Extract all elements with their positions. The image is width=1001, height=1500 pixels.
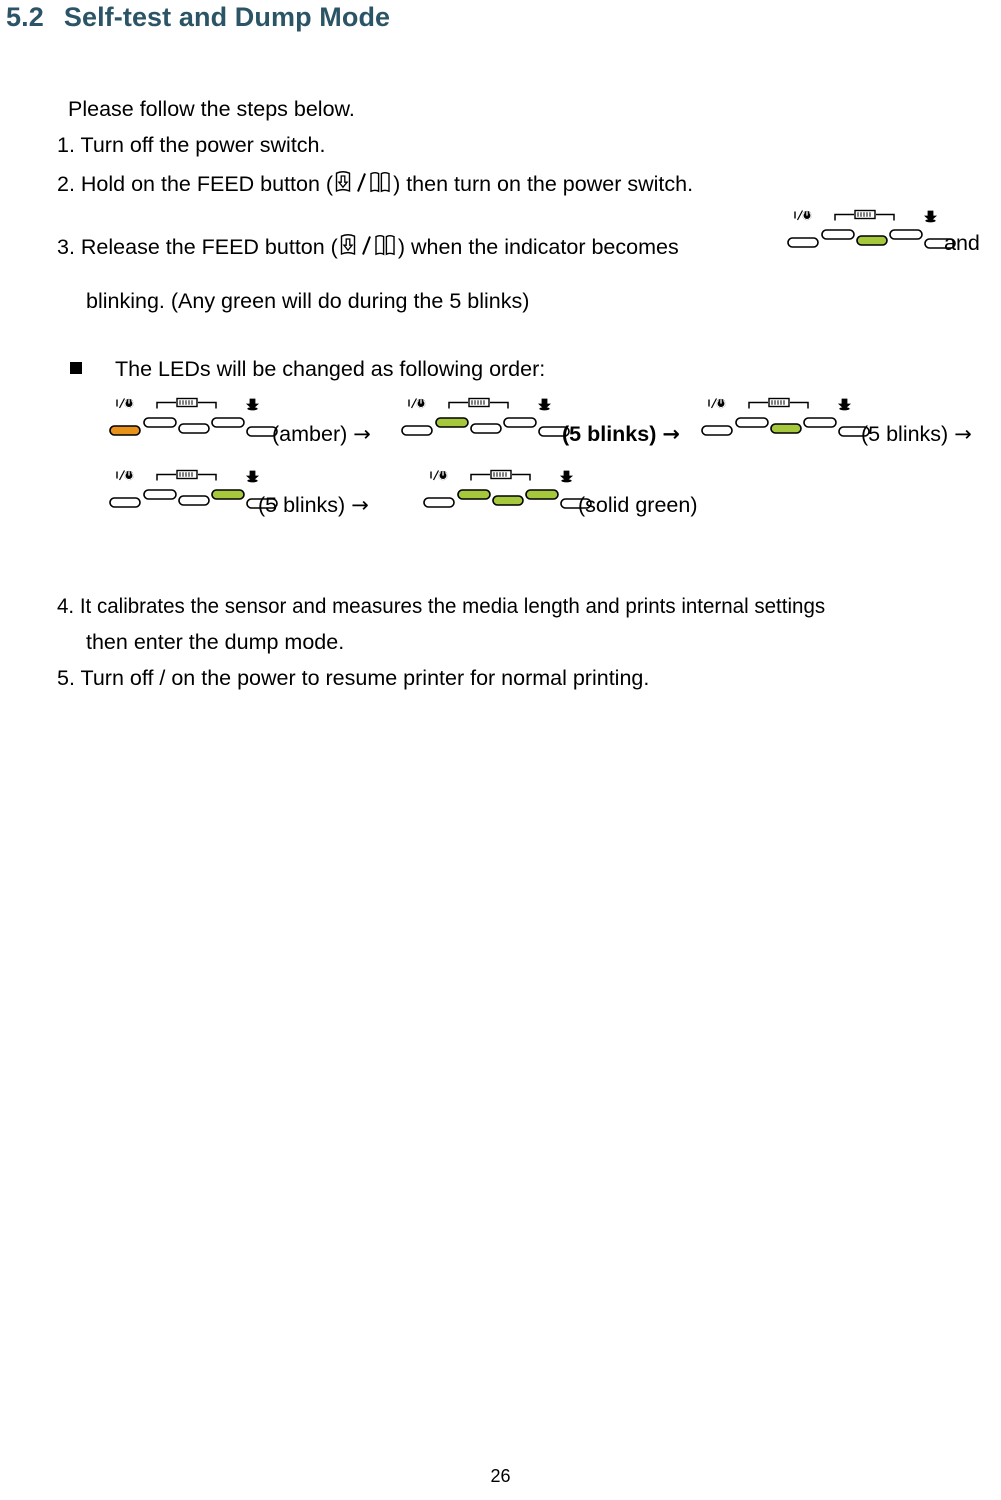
intro-line: Please follow the steps below. — [68, 97, 355, 121]
step-3-suffix: and — [944, 231, 980, 255]
led-2-off — [735, 417, 769, 428]
led-note-text: The LEDs will be changed as following or… — [115, 357, 546, 381]
error-icon — [559, 470, 574, 483]
led-4-off — [803, 417, 837, 428]
led-indicator-inline — [786, 208, 956, 258]
led-1-off — [401, 425, 433, 436]
led-indicator-green-2 — [700, 396, 870, 446]
power-icon — [794, 210, 812, 221]
ribbon-icon — [156, 397, 217, 409]
led-1-off — [423, 497, 455, 508]
error-icon — [245, 398, 260, 411]
led-label-3: (5 blinks) → — [258, 493, 369, 517]
led-1-off — [787, 237, 819, 248]
led-2-green — [457, 489, 491, 500]
led-1-off — [701, 425, 733, 436]
step-5: 5. Turn off / on the power to resume pri… — [57, 666, 650, 690]
section-number: 5.2 — [6, 2, 44, 32]
ribbon-icon — [834, 209, 895, 221]
feed-button-icon — [339, 233, 397, 259]
step-4: 4. It calibrates the sensor and measures… — [57, 594, 826, 618]
led-indicator-solid-green — [422, 468, 592, 518]
led-3-green — [492, 495, 524, 506]
led-4-off — [211, 417, 245, 428]
error-icon — [837, 398, 852, 411]
section-title: Self-test and Dump Mode — [63, 2, 391, 32]
ribbon-icon — [156, 469, 217, 481]
led-3-green — [856, 235, 888, 246]
document-page: 5.2 Self-test and Dump Mode Please follow… — [0, 0, 1001, 1500]
led-4-off — [503, 417, 537, 428]
arrow-icon: → — [954, 422, 972, 446]
page-title: 5.2 Self-test and Dump Mode — [6, 2, 390, 33]
led-3-off — [178, 495, 210, 506]
led-4-off — [889, 229, 923, 240]
error-icon — [923, 210, 938, 223]
led-3-green — [770, 423, 802, 434]
arrow-icon: → — [353, 422, 371, 446]
led-2-off — [143, 489, 177, 500]
led-1-amber — [109, 425, 141, 436]
step-2-suffix: ) then turn on the power switch. — [393, 172, 694, 196]
led-label-4: (solid green) — [578, 493, 698, 517]
step-3: 3. Release the FEED button ( ) when the … — [57, 233, 679, 259]
error-icon — [537, 398, 552, 411]
step-2-prefix: 2. Hold on the FEED button ( — [57, 172, 334, 196]
led-label-2: (5 blinks) → — [861, 422, 972, 446]
led-1-off — [109, 497, 141, 508]
led-label-text: (solid green) — [578, 493, 698, 517]
led-label-1: (5 blinks) → — [562, 422, 680, 446]
arrow-icon: → — [351, 493, 369, 517]
led-indicator-amber — [108, 396, 278, 446]
power-icon — [408, 398, 426, 409]
step-4-continuation: then enter the dump mode. — [86, 630, 345, 654]
arrow-icon: → — [662, 422, 680, 446]
step-3-prefix: 3. Release the FEED button ( — [57, 235, 338, 259]
power-icon — [116, 398, 134, 409]
error-icon — [245, 470, 260, 483]
step-2: 2. Hold on the FEED button ( ) then turn… — [57, 170, 693, 196]
ribbon-icon — [748, 397, 809, 409]
led-3-off — [470, 423, 502, 434]
ribbon-icon — [448, 397, 509, 409]
step-3-continuation: blinking. (Any green will do during the … — [86, 289, 530, 313]
led-indicator-green-3 — [108, 468, 278, 518]
power-icon — [430, 470, 448, 481]
led-label-0: (amber) → — [272, 422, 371, 446]
led-label-text: (amber) — [272, 422, 348, 446]
bullet-square-icon — [70, 362, 82, 374]
step-3-middle: ) when the indicator becomes — [397, 235, 679, 259]
led-3-off — [178, 423, 210, 434]
led-4-green — [525, 489, 559, 500]
led-label-text: (5 blinks) — [258, 493, 346, 517]
power-icon — [708, 398, 726, 409]
power-icon — [116, 470, 134, 481]
feed-button-icon — [334, 170, 392, 196]
page-number: 26 — [490, 1466, 511, 1486]
led-2-off — [143, 417, 177, 428]
led-indicator-green-1 — [400, 396, 570, 446]
led-label-text: (5 blinks) — [861, 422, 949, 446]
step-1: 1. Turn off the power switch. — [57, 133, 326, 157]
led-4-green — [211, 489, 245, 500]
led-2-green — [435, 417, 469, 428]
led-label-text: (5 blinks) — [562, 422, 657, 446]
led-2-off — [821, 229, 855, 240]
ribbon-icon — [470, 469, 531, 481]
